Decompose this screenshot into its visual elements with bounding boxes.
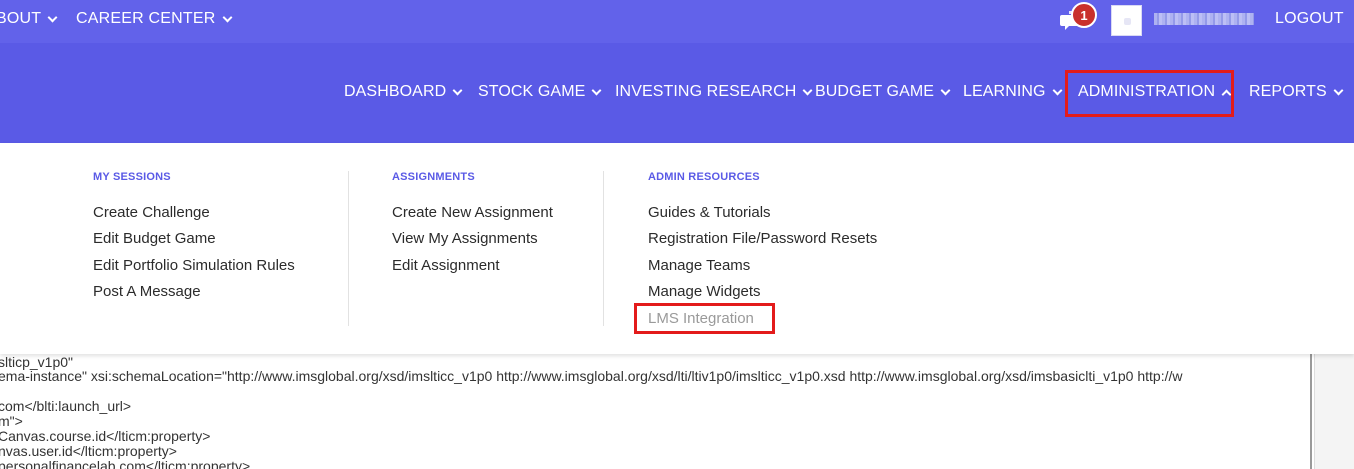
administration-dropdown: MY SESSIONS Create Challenge Edit Budget… [0,143,1354,354]
chevron-down-icon [940,85,951,95]
edit-portfolio-simulation-rules-link[interactable]: Edit Portfolio Simulation Rules [93,257,295,274]
create-challenge-link[interactable]: Create Challenge [93,204,210,221]
admin-resources-heading: ADMIN RESOURCES [648,171,760,183]
create-new-assignment-link[interactable]: Create New Assignment [392,204,553,221]
view-my-assignments-link[interactable]: View My Assignments [392,230,538,247]
main-nav: DASHBOARD STOCK GAME INVESTING RESEARCH … [0,43,1354,143]
edit-budget-game-link[interactable]: Edit Budget Game [93,230,216,247]
administration-highlight-box [1065,70,1234,117]
top-nav-career-center-label: CAREER CENTER [76,10,216,27]
chevron-down-icon [1052,85,1063,95]
lms-integration-highlight-box [634,303,775,334]
registration-file-password-resets-link[interactable]: Registration File/Password Resets [648,230,877,247]
column-divider [603,171,604,326]
logout-link[interactable]: LOGOUT [1275,10,1344,28]
nav-budget-game-label: BUDGET GAME [815,83,935,100]
chevron-down-icon [802,85,813,95]
nav-reports-label: REPORTS [1249,83,1327,100]
nav-investing-research-label: INVESTING RESEARCH [615,83,797,100]
username-blurred[interactable] [1154,13,1254,25]
manage-widgets-link[interactable]: Manage Widgets [648,283,761,300]
top-bar: BOUT CAREER CENTER 1 LOGOUT [0,0,1354,43]
my-sessions-heading: MY SESSIONS [93,171,171,183]
nav-reports[interactable]: REPORTS [1249,83,1344,101]
editor-border [0,354,1312,469]
nav-stock-game[interactable]: STOCK GAME [478,83,602,101]
top-nav-about[interactable]: BOUT [0,10,58,28]
post-a-message-link[interactable]: Post A Message [93,283,201,300]
column-divider [348,171,349,326]
nav-budget-game[interactable]: BUDGET GAME [815,83,951,101]
top-nav-career-center[interactable]: CAREER CENTER [76,10,232,28]
chevron-down-icon [452,85,463,95]
chevron-down-icon [1333,85,1344,95]
user-avatar[interactable] [1111,5,1142,36]
nav-stock-game-label: STOCK GAME [478,83,586,100]
editor-scrollbar[interactable] [1314,354,1354,469]
nav-investing-research[interactable]: INVESTING RESEARCH [615,83,813,101]
nav-learning-label: LEARNING [963,83,1046,100]
chevron-down-icon [591,85,602,95]
nav-dashboard-label: DASHBOARD [344,83,447,100]
assignments-heading: ASSIGNMENTS [392,171,475,183]
nav-learning[interactable]: LEARNING [963,83,1063,101]
manage-teams-link[interactable]: Manage Teams [648,257,750,274]
notification-badge[interactable]: 1 [1071,2,1097,28]
edit-assignment-link[interactable]: Edit Assignment [392,257,500,274]
chevron-down-icon [222,12,232,22]
top-nav-about-label: BOUT [0,10,42,27]
nav-dashboard[interactable]: DASHBOARD [344,83,463,101]
chevron-down-icon [47,12,58,22]
guides-tutorials-link[interactable]: Guides & Tutorials [648,204,771,221]
